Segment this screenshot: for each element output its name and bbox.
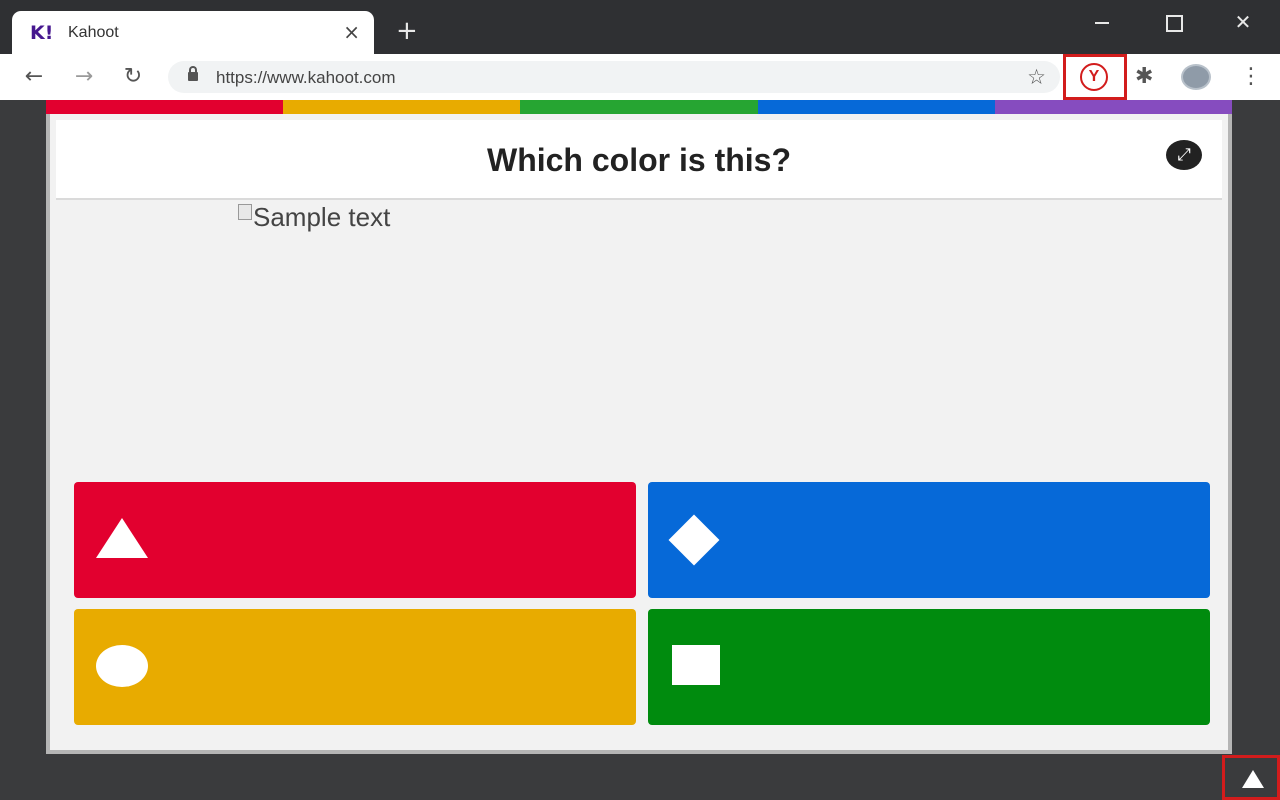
broken-image-icon xyxy=(238,204,252,220)
expand-icon[interactable]: ⤢ xyxy=(1166,140,1202,170)
url-text[interactable]: https://www.kahoot.com xyxy=(216,68,396,88)
triangle-up-icon xyxy=(1242,770,1264,788)
triangle-icon xyxy=(96,518,148,558)
maximize-button[interactable] xyxy=(1153,8,1193,36)
kahoot-question-card: Which color is this? ⤢ Sample text xyxy=(46,114,1232,754)
color-stripe xyxy=(46,100,1233,114)
question-header: Which color is this? ⤢ xyxy=(56,120,1222,200)
answer-green-square[interactable] xyxy=(648,609,1210,725)
minimize-button[interactable] xyxy=(1082,8,1122,36)
window-close-button[interactable]: ✕ xyxy=(1223,8,1263,36)
forward-button[interactable]: → xyxy=(69,62,99,92)
image-alt-text: Sample text xyxy=(253,202,391,232)
stripe-segment xyxy=(46,100,284,114)
question-title: Which color is this? xyxy=(486,142,791,178)
extensions-puzzle-icon[interactable]: ✱ xyxy=(1135,63,1153,91)
lock-icon[interactable] xyxy=(188,66,198,81)
address-bar[interactable]: https://www.kahoot.com ☆ xyxy=(168,61,1060,93)
profile-avatar[interactable] xyxy=(1181,64,1211,90)
extension-y-icon[interactable]: Y xyxy=(1080,63,1108,91)
stripe-segment xyxy=(994,100,1233,114)
tab-close-icon[interactable]: × xyxy=(343,21,360,43)
expand-panel-button[interactable] xyxy=(1222,755,1280,800)
answer-blue-diamond[interactable] xyxy=(648,482,1210,598)
circle-icon xyxy=(96,645,148,687)
stripe-segment xyxy=(520,100,758,114)
reload-button[interactable]: ↻ xyxy=(118,62,148,92)
browser-toolbar: ← → ↻ https://www.kahoot.com ☆ Y ✱ ⋮ xyxy=(0,54,1280,100)
answer-yellow-circle[interactable] xyxy=(74,609,636,725)
tab-kahoot[interactable]: K! Kahoot × xyxy=(12,11,374,54)
new-tab-button[interactable]: + xyxy=(396,17,418,45)
stripe-segment xyxy=(757,100,995,114)
back-button[interactable]: ← xyxy=(19,62,49,92)
kahoot-favicon-icon: K! xyxy=(30,22,54,44)
stripe-segment xyxy=(283,100,521,114)
browser-tab-bar: K! Kahoot × + ✕ xyxy=(0,0,1280,54)
question-image: Sample text xyxy=(238,202,390,233)
answer-red-triangle[interactable] xyxy=(74,482,636,598)
browser-menu-icon[interactable]: ⋮ xyxy=(1240,63,1262,91)
tab-title: Kahoot xyxy=(68,24,119,41)
diamond-icon xyxy=(668,514,720,566)
bookmark-star-icon[interactable]: ☆ xyxy=(1027,64,1046,90)
square-icon xyxy=(672,645,720,685)
